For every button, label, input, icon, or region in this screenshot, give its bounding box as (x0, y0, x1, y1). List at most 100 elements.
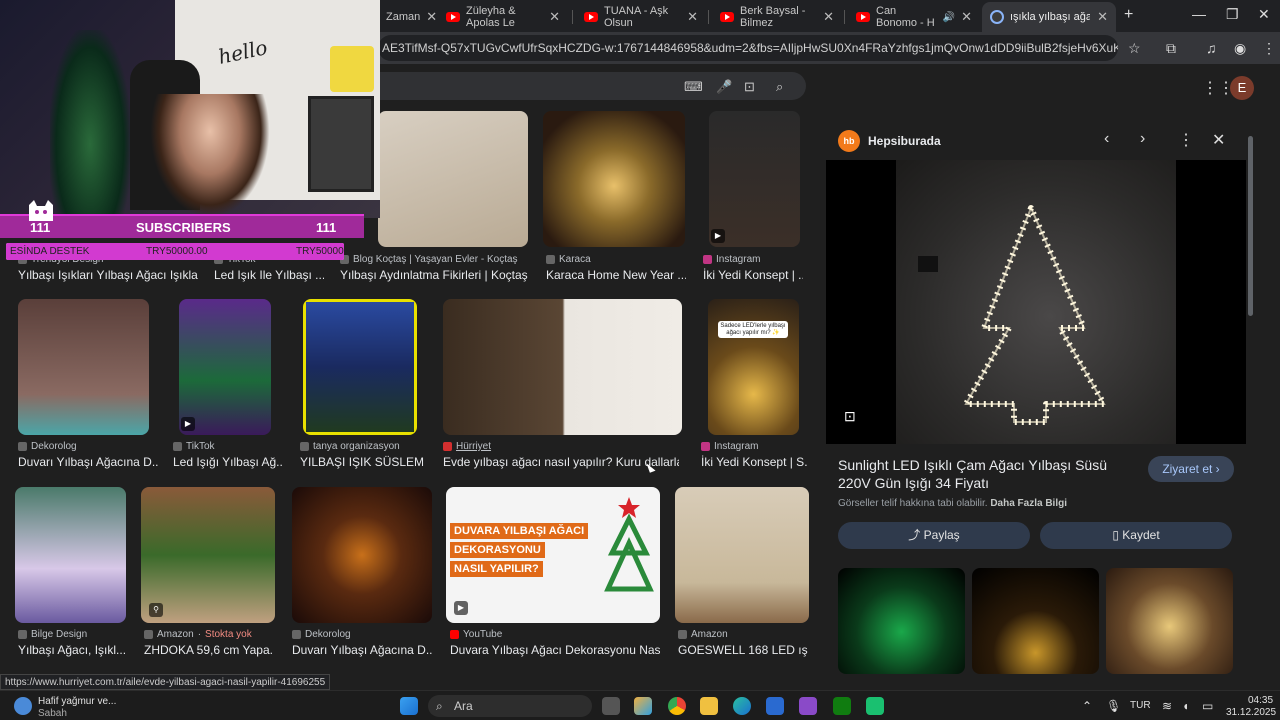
xbox-icon[interactable] (833, 697, 851, 715)
app-icon[interactable] (866, 697, 884, 715)
new-tab-button[interactable]: + (1124, 6, 1133, 24)
close-icon[interactable]: ✕ (961, 9, 972, 25)
result-title[interactable]: Duvara Yılbaşı Ağacı Dekorasyonu Nasıl..… (450, 643, 660, 657)
result-title[interactable]: GOESWELL 168 LED ış... (678, 643, 808, 657)
close-icon[interactable]: ✕ (549, 9, 560, 25)
more-info-link[interactable]: Daha Fazla Bilgi (990, 498, 1067, 509)
store-icon[interactable] (766, 697, 784, 715)
chevron-right-icon[interactable]: › (1140, 130, 1145, 148)
result-thumbnail[interactable] (18, 299, 149, 435)
task-view-icon[interactable] (602, 697, 620, 715)
lens-search-icon[interactable]: ⊡ (844, 408, 856, 425)
tab-3[interactable]: Berk Baysal - Bilmez ✕ (712, 4, 842, 30)
result-title[interactable]: Yılbaşı Ağacı, Işıkl... (18, 643, 128, 657)
related-thumbnail[interactable] (838, 568, 965, 674)
scroll-thumb[interactable] (1248, 136, 1253, 316)
result-thumbnail[interactable] (303, 299, 417, 435)
result-title[interactable]: Led Işığı Yılbaşı Ağ... (173, 455, 283, 469)
weather-title[interactable]: Hafif yağmur ve... (38, 696, 116, 707)
result-title[interactable]: Duvarı Yılbaşı Ağacına D... (292, 643, 432, 657)
related-thumbnail[interactable] (972, 568, 1099, 674)
save-button[interactable]: ▯ Kaydet (1040, 522, 1232, 549)
result-title[interactable]: Duvarı Yılbaşı Ağacına D... (18, 455, 158, 469)
youtube-icon (584, 12, 598, 22)
result-title[interactable]: Yılbaşı Işıkları Yılbaşı Ağacı Işıkla... (18, 268, 198, 282)
result-thumbnail[interactable]: Sadece LED'lerle yılbaşı ağacı yapılır m… (708, 299, 799, 435)
microphone-icon[interactable]: 🎤 (716, 79, 732, 95)
chrome-icon[interactable] (668, 697, 686, 715)
play-icon: ▶ (454, 601, 468, 615)
chevron-left-icon[interactable]: ‹ (1104, 130, 1109, 148)
chevron-up-icon[interactable]: ⌃ (1082, 699, 1092, 713)
language-indicator[interactable]: TUR (1130, 700, 1151, 711)
menu-icon[interactable]: ⋮ (1262, 40, 1276, 57)
result-thumbnail[interactable]: ▶ (709, 111, 800, 247)
copilot-icon[interactable] (634, 697, 652, 715)
more-options-icon[interactable]: ⋮ (1178, 130, 1194, 150)
panel-site-name[interactable]: Hepsiburada (868, 134, 941, 148)
result-title[interactable]: YILBAŞI IŞIK SÜSLEM... (300, 455, 425, 469)
lens-icon[interactable]: ⊡ (744, 79, 755, 95)
edge-icon[interactable] (733, 697, 751, 715)
clock-time[interactable]: 04:35 (1248, 695, 1273, 706)
result-title[interactable]: Yılbaşı Aydınlatma Fikirleri | Koçtaş ..… (340, 268, 530, 282)
avatar[interactable]: E (1230, 76, 1254, 100)
result-title[interactable]: Karaca Home New Year ... (546, 268, 686, 282)
share-button[interactable]: ⤴ Paylaş (838, 522, 1030, 549)
result-thumbnail[interactable] (378, 111, 528, 247)
close-icon[interactable]: ✕ (426, 9, 437, 25)
result-thumbnail[interactable]: ⚲ (141, 487, 275, 623)
result-thumbnail[interactable] (543, 111, 685, 247)
address-bar[interactable]: AE3TifMsf-Q57xTUGvCwfUfrSqxHCZDG-w:17671… (378, 35, 1118, 61)
tab-1[interactable]: Züleyha & Apolas Le ✕ (438, 4, 568, 30)
visit-button[interactable]: Ziyaret et › (1148, 456, 1234, 482)
result-title[interactable]: İki Yedi Konsept | ... (703, 268, 803, 282)
preview-title[interactable]: Sunlight LED Işıklı Çam Ağacı Yılbaşı Sü… (838, 456, 1138, 492)
result-title[interactable]: Evde yılbaşı ağacı nasıl yapılır? Kuru d… (443, 455, 679, 469)
media-control-icon[interactable]: ♫ (1206, 40, 1217, 56)
tab-5-active[interactable]: ışıkla yılbaşı ağacı Y ✕ (982, 2, 1116, 32)
result-thumbnail[interactable] (443, 299, 682, 435)
weather-icon[interactable] (14, 697, 32, 715)
close-panel-icon[interactable]: ✕ (1212, 130, 1225, 150)
file-explorer-icon[interactable] (700, 697, 718, 715)
tab-4[interactable]: Can Bonomo - H 🔊 ✕ (848, 4, 980, 30)
keyboard-icon[interactable]: ⌨ (684, 79, 703, 95)
wifi-icon[interactable]: ≋ (1162, 699, 1172, 713)
favicon-icon (18, 630, 27, 639)
volume-icon[interactable]: ◖ (1182, 699, 1189, 713)
tab-divider (708, 10, 709, 24)
restore-icon[interactable]: ❐ (1226, 6, 1239, 23)
result-thumbnail[interactable]: DUVARA YILBAŞI AĞACI DEKORASYONU NASIL Y… (446, 487, 660, 623)
close-icon[interactable]: ✕ (823, 9, 834, 25)
profile-icon[interactable]: ◉ (1234, 40, 1246, 57)
result-thumbnail[interactable]: ▶ (179, 299, 271, 435)
related-thumbnail[interactable] (1106, 568, 1233, 674)
result-thumbnail[interactable] (292, 487, 432, 623)
bookmark-star-icon[interactable]: ☆ (1128, 40, 1141, 57)
minimize-icon[interactable]: — (1192, 6, 1206, 22)
start-icon[interactable] (400, 697, 418, 715)
taskbar-search[interactable]: ⌕ Ara (428, 695, 592, 717)
microphone-icon[interactable]: 🎙 (1106, 699, 1121, 713)
close-icon[interactable]: ✕ (687, 9, 698, 25)
close-icon[interactable]: ✕ (1097, 9, 1108, 25)
result-thumbnail[interactable] (15, 487, 126, 623)
preview-image[interactable]: ⊡ (826, 160, 1246, 444)
search-icon[interactable]: ⌕ (776, 79, 783, 95)
extensions-icon[interactable]: ⧉ (1166, 40, 1176, 57)
search-box[interactable]: ⌨ 🎤 ⊡ ⌕ (378, 72, 806, 100)
battery-icon[interactable]: ▭ (1202, 699, 1213, 713)
speaker-icon[interactable]: 🔊 (943, 12, 955, 23)
result-title[interactable]: ZHDOKA 59,6 cm Yapa... (144, 643, 274, 657)
clock-date[interactable]: 31.12.2025 (1226, 707, 1276, 718)
result-thumbnail[interactable] (675, 487, 809, 623)
app-icon[interactable] (799, 697, 817, 715)
tab-0[interactable]: Zaman ✕ (378, 4, 437, 30)
copyright-note: Görseller telif hakkına tabi olabilir. D… (838, 498, 1067, 509)
result-title[interactable]: İki Yedi Konsept | S... (701, 455, 807, 469)
result-title[interactable]: Led Işık Ile Yılbaşı ... (214, 268, 324, 282)
tab-2[interactable]: TUANA - Aşk Olsun ✕ (576, 4, 706, 30)
window-close-icon[interactable]: ✕ (1258, 6, 1270, 23)
panel-scrollbar[interactable] (1248, 124, 1254, 670)
